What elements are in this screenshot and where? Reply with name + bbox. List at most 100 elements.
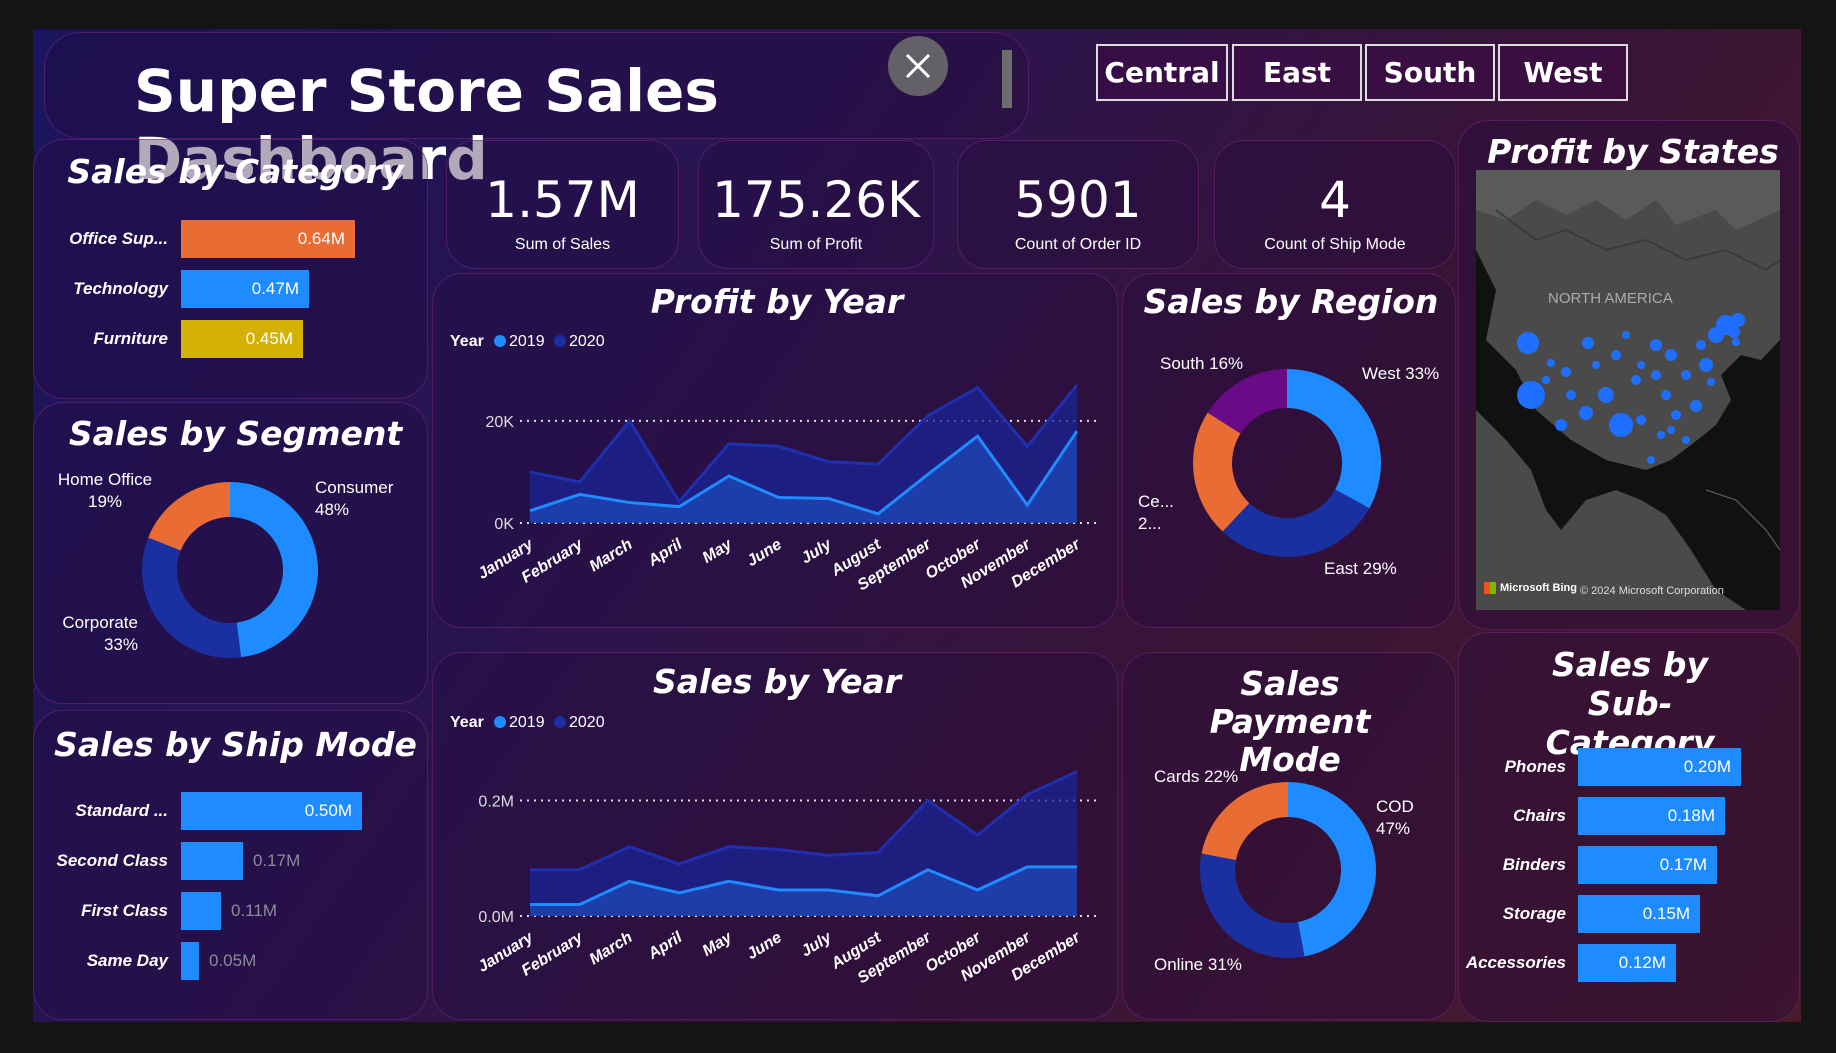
map-state-bubble[interactable] <box>1707 378 1715 386</box>
sales-year-xtick: March <box>587 929 636 969</box>
profit-year-xtick: May <box>700 535 736 566</box>
sales-by-category-title: Sales by Category <box>67 152 404 191</box>
close-button[interactable] <box>888 36 948 96</box>
map-state-bubble[interactable] <box>1592 361 1600 369</box>
sales-year-legend-title: Year <box>450 714 484 731</box>
sales-by-region-donut <box>1193 369 1381 557</box>
sales-year-xtick: July <box>798 928 835 960</box>
sales-year-legend: Year 2019 2020 <box>450 714 605 731</box>
profit-year-legend-item[interactable]: 2020 <box>569 333 605 350</box>
map-state-bubble[interactable] <box>1517 381 1545 409</box>
region-slice[interactable] <box>1287 369 1381 509</box>
ship-mode-bar-value: 0.05M <box>209 951 257 970</box>
kpi-sales-label: Sum of Sales <box>514 236 611 253</box>
segment-consumer-name: Consumer <box>315 478 394 497</box>
resize-handle[interactable] <box>1002 50 1012 108</box>
profit-year-legend: Year 2019 2020 <box>450 333 605 350</box>
map-state-bubble[interactable] <box>1650 339 1662 351</box>
category-bar-value: 0.64M <box>297 229 345 248</box>
map-state-bubble[interactable] <box>1637 361 1645 369</box>
sales-year-legend-item[interactable]: 2020 <box>569 714 605 731</box>
profit-year-xtick: April <box>645 536 686 571</box>
bing-logo: Microsoft Bing <box>1484 582 1577 594</box>
map-state-bubble[interactable] <box>1657 431 1665 439</box>
payment-slice[interactable] <box>1288 782 1377 957</box>
map-state-bubble[interactable] <box>1728 326 1740 338</box>
map-state-bubble[interactable] <box>1547 359 1555 367</box>
map-state-bubble[interactable] <box>1671 410 1681 420</box>
profit-year-legend-marker <box>554 335 566 347</box>
map-state-bubble[interactable] <box>1661 390 1671 400</box>
kpi-sales-value: 1.57M <box>485 171 640 229</box>
bing-logo-icon <box>1484 582 1496 594</box>
category-bar-value: 0.47M <box>251 279 299 298</box>
subcategory-bar-value: 0.17M <box>1659 855 1707 874</box>
profit-by-states-map[interactable]: NORTH AMERICA Microsoft Bing © 2024 Micr… <box>1476 170 1780 610</box>
map-state-bubbles <box>1517 313 1745 464</box>
segment-slice[interactable] <box>148 482 230 551</box>
segment-consumer-pct: 48% <box>315 500 350 519</box>
kpi-card-sales: 1.57M Sum of Sales <box>446 140 679 269</box>
map-state-bubble[interactable] <box>1699 358 1713 372</box>
ship-mode-bar[interactable] <box>181 892 221 930</box>
sales-by-year-title: Sales by Year <box>652 662 902 701</box>
map-state-bubble[interactable] <box>1609 413 1633 437</box>
map-state-bubble[interactable] <box>1665 349 1677 361</box>
ship-mode-bar-value: 0.50M <box>304 801 352 820</box>
payment-slice[interactable] <box>1201 782 1288 861</box>
map-state-bubble[interactable] <box>1598 387 1614 403</box>
filter-button-east[interactable]: East <box>1232 44 1362 101</box>
map-state-bubble[interactable] <box>1651 370 1661 380</box>
map-state-bubble[interactable] <box>1690 400 1702 412</box>
map-state-bubble[interactable] <box>1696 340 1706 350</box>
map-state-bubble[interactable] <box>1636 415 1646 425</box>
subcategory-bar-label: Phones <box>1504 757 1566 776</box>
segment-home-office-name: Home Office <box>57 470 153 489</box>
map-state-bubble[interactable] <box>1611 350 1621 360</box>
map-state-bubble[interactable] <box>1708 327 1724 343</box>
map-state-bubble[interactable] <box>1622 331 1630 339</box>
map-state-bubble[interactable] <box>1582 337 1594 349</box>
map-state-bubble[interactable] <box>1517 332 1539 354</box>
sales-by-subcategory-title: Sales by Sub-Category <box>1545 645 1715 762</box>
ship-mode-bar-label: Standard ... <box>75 801 168 820</box>
ship-mode-bar[interactable] <box>181 842 243 880</box>
map-state-bubble[interactable] <box>1579 406 1593 420</box>
payment-slice[interactable] <box>1200 853 1305 958</box>
filter-button-central[interactable]: Central <box>1096 44 1228 101</box>
map-state-bubble[interactable] <box>1682 436 1690 444</box>
map-state-bubble[interactable] <box>1731 313 1745 327</box>
bing-logo-text: Microsoft Bing <box>1500 582 1577 594</box>
ship-mode-bar[interactable] <box>181 942 199 980</box>
filter-button-south[interactable]: South <box>1365 44 1495 101</box>
sales-year-legend-marker <box>554 716 566 728</box>
kpi-card-profit: 175.26K Sum of Profit <box>698 140 934 269</box>
profit-year-xtick: March <box>587 536 636 576</box>
segment-home-office-pct: 19% <box>87 492 123 511</box>
sales-by-segment-title: Sales by Segment <box>68 414 403 453</box>
map-state-bubble[interactable] <box>1631 375 1641 385</box>
segment-slice[interactable] <box>142 537 242 658</box>
ship-mode-bar-label: Second Class <box>56 851 169 870</box>
segment-slice[interactable] <box>230 482 319 658</box>
map-state-bubble[interactable] <box>1647 456 1655 464</box>
sales-year-xtick: May <box>700 928 736 959</box>
map-state-bubble[interactable] <box>1566 390 1576 400</box>
payment-label-cards: Cards 22% <box>1154 767 1239 786</box>
payment-label-online: Online 31% <box>1154 955 1242 974</box>
filter-button-west[interactable]: West <box>1498 44 1628 101</box>
map-state-bubble[interactable] <box>1542 376 1550 384</box>
map-state-bubble[interactable] <box>1555 419 1567 431</box>
sales-year-legend-marker <box>494 716 506 728</box>
category-bar-value: 0.45M <box>245 329 293 348</box>
profit-year-legend-item[interactable]: 2019 <box>509 333 545 350</box>
map-state-bubble[interactable] <box>1681 370 1691 380</box>
subcategory-bar-label: Accessories <box>1465 953 1566 972</box>
kpi-ship-mode-label: Count of Ship Mode <box>1264 236 1406 253</box>
map-state-bubble[interactable] <box>1667 426 1675 434</box>
map-state-bubble[interactable] <box>1732 338 1740 346</box>
sales-year-legend-item[interactable]: 2019 <box>509 714 545 731</box>
profit-year-ytick: 20K <box>486 414 515 431</box>
category-bar-label: Furniture <box>93 329 168 348</box>
map-state-bubble[interactable] <box>1561 367 1571 377</box>
